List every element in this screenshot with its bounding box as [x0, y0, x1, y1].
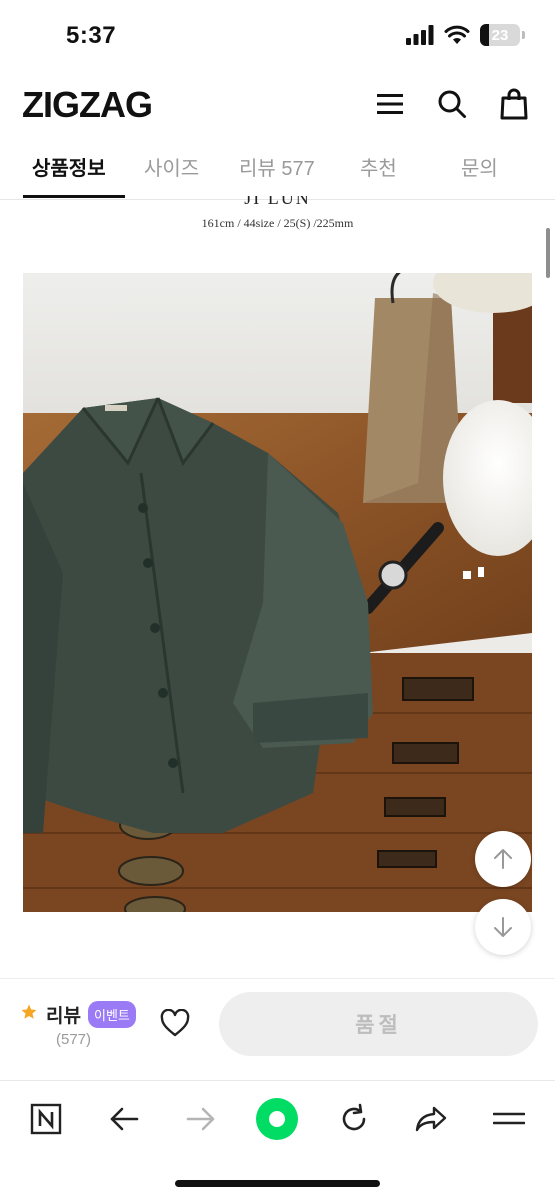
- shopping-bag-icon: [500, 88, 528, 120]
- scroll-to-top-button[interactable]: [475, 831, 531, 887]
- forward-button[interactable]: [177, 1095, 225, 1143]
- hamburger-menu-icon: [377, 94, 403, 114]
- battery-level: 23: [491, 26, 509, 44]
- review-label: 리뷰: [46, 1006, 81, 1027]
- back-button[interactable]: [100, 1095, 148, 1143]
- browser-menu-button[interactable]: [485, 1095, 533, 1143]
- tab-reviews[interactable]: 리뷰 577: [239, 152, 315, 200]
- tab-size[interactable]: 사이즈: [144, 152, 199, 200]
- status-time: 5:37: [66, 22, 117, 49]
- battery-cap: [522, 31, 525, 39]
- wishlist-button[interactable]: [160, 1008, 190, 1042]
- product-photo-illustration: [23, 273, 532, 912]
- naver-home-button[interactable]: [22, 1095, 70, 1143]
- heart-icon: [160, 1008, 190, 1037]
- tab-inquiry[interactable]: 문의: [461, 152, 498, 200]
- scroll-to-bottom-button[interactable]: [475, 899, 531, 955]
- arrow-down-icon: [494, 917, 512, 937]
- menu-button[interactable]: [372, 86, 408, 122]
- green-dot-icon: [256, 1098, 298, 1140]
- zigzag-logo[interactable]: ZIGZAG: [22, 84, 153, 126]
- scroll-indicator[interactable]: [546, 228, 550, 278]
- home-indicator[interactable]: [175, 1180, 380, 1187]
- model-name-caption: JI LUN: [0, 196, 555, 208]
- model-name-text: JI LUN: [244, 196, 311, 208]
- refresh-icon: [342, 1103, 366, 1131]
- star-icon: [21, 1004, 37, 1019]
- search-button[interactable]: [434, 86, 470, 122]
- arrow-up-icon: [494, 849, 512, 869]
- search-icon: [438, 90, 466, 118]
- status-icons: 23: [406, 24, 525, 46]
- event-badge: 이벤트: [88, 1001, 136, 1028]
- cellular-signal-icon: [406, 25, 434, 45]
- review-count: (577): [56, 1031, 92, 1048]
- share-arrow-icon: [415, 1106, 447, 1132]
- reload-button[interactable]: [330, 1095, 378, 1143]
- app-header: ZIGZAG: [0, 78, 555, 134]
- arrow-left-icon: [110, 1107, 139, 1131]
- product-photo: [23, 273, 532, 912]
- share-button[interactable]: [407, 1095, 455, 1143]
- battery-icon: 23: [480, 24, 520, 46]
- menu-lines-icon: [493, 1112, 525, 1125]
- wifi-icon: [444, 25, 470, 44]
- tab-recommend[interactable]: 추천: [360, 152, 397, 200]
- battery-fill: [480, 24, 490, 46]
- cart-button[interactable]: [496, 86, 532, 122]
- tab-product-info[interactable]: 상품정보: [32, 152, 106, 200]
- arrow-right-icon: [186, 1107, 215, 1131]
- naver-n-icon: [30, 1103, 62, 1135]
- product-tabs: 상품정보 사이즈 리뷰 577 추천 문의: [0, 140, 555, 200]
- purchase-bar: 리뷰 이벤트 (577) 품절: [0, 978, 555, 1078]
- status-bar: 5:37 23: [0, 0, 555, 70]
- soldout-button[interactable]: 품절: [219, 992, 538, 1056]
- green-dot-button[interactable]: [253, 1095, 301, 1143]
- model-size-info: 161cm / 44size / 25(S) /225mm: [201, 216, 354, 230]
